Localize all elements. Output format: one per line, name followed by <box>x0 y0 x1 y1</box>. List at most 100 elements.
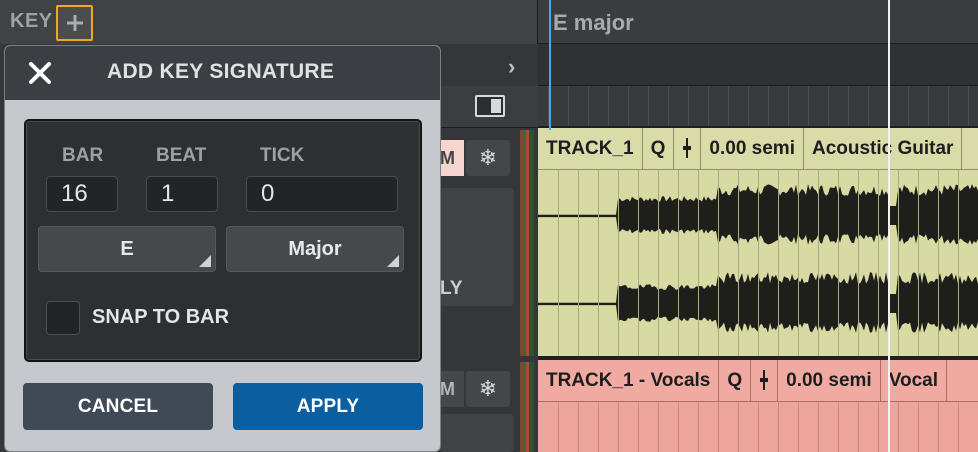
key-lane-header: KEY <box>0 0 538 44</box>
ruler-tick <box>688 86 689 126</box>
waveform-area <box>538 402 978 452</box>
event-name: TRACK_1 <box>538 128 643 170</box>
level-meter <box>520 130 534 356</box>
dropdown-corner-icon <box>199 255 211 267</box>
add-key-signature-dialog: ADD KEY SIGNATURE BAR BEAT TICK 16 1 0 E… <box>4 45 441 452</box>
ruler-tick <box>948 86 949 126</box>
ruler-tick <box>728 86 729 126</box>
bar-label: BAR <box>62 145 104 166</box>
key-signature-marker[interactable]: E major <box>553 10 634 36</box>
playhead[interactable] <box>888 0 890 452</box>
layout-icon[interactable] <box>475 95 505 117</box>
key-dropdown-value: E <box>120 238 134 260</box>
ruler-tick <box>928 86 929 126</box>
snap-to-bar-label[interactable]: SNAP TO BAR <box>92 306 229 329</box>
grid-line <box>918 170 919 358</box>
tuning-fork-icon[interactable] <box>751 360 779 402</box>
key-lane: KEY E major <box>0 0 978 44</box>
waveform-area <box>538 170 978 358</box>
snap-to-bar-checkbox[interactable] <box>46 301 80 335</box>
grid-line <box>638 402 639 452</box>
ruler-tick <box>748 86 749 126</box>
mute-button[interactable]: M <box>440 371 464 407</box>
quantize-label[interactable]: Q <box>643 128 675 170</box>
grid-line <box>618 170 619 358</box>
audio-event-vocals[interactable]: TRACK_1 - Vocals Q 0.00 semi Vocal <box>538 360 978 452</box>
ruler-tick <box>588 86 589 126</box>
ruler-tick <box>568 86 569 126</box>
grid-line <box>838 402 839 452</box>
transpose-value[interactable]: 0.00 semi <box>701 128 804 170</box>
ruler-tick <box>708 86 709 126</box>
grid-line <box>958 402 959 452</box>
event-header: TRACK_1 Q 0.00 semi Acoustic Guitar <box>538 128 978 170</box>
grid-line <box>558 402 559 452</box>
mute-button[interactable]: M <box>440 140 464 176</box>
ruler-tick <box>648 86 649 126</box>
grid-line <box>798 402 799 452</box>
quantize-label[interactable]: Q <box>719 360 752 402</box>
bar-input[interactable]: 16 <box>46 176 118 212</box>
grid-line <box>718 402 719 452</box>
timeline-grid-ruler[interactable] <box>538 86 978 128</box>
grid-line <box>698 402 699 452</box>
key-dropdown[interactable]: E <box>38 226 216 272</box>
dialog-title: ADD KEY SIGNATURE <box>107 60 335 83</box>
audio-event-acoustic-guitar[interactable]: TRACK_1 Q 0.00 semi Acoustic Guitar <box>538 128 978 358</box>
grid-line <box>658 402 659 452</box>
ruler-tick <box>788 86 789 126</box>
grid-line <box>878 402 879 452</box>
grid-line <box>938 170 939 358</box>
ruler-tick <box>828 86 829 126</box>
ruler-tick <box>968 86 969 126</box>
grid-line <box>918 402 919 452</box>
dialog-header: ADD KEY SIGNATURE <box>5 46 440 100</box>
grid-line <box>778 402 779 452</box>
tick-label: TICK <box>260 145 305 166</box>
ruler-tick <box>608 86 609 126</box>
freeze-icon[interactable]: ❄ <box>466 140 510 176</box>
grid-line <box>718 170 719 358</box>
grid-line <box>838 170 839 358</box>
tick-input[interactable]: 0 <box>246 176 398 212</box>
grid-line <box>858 170 859 358</box>
grid-line <box>698 170 699 358</box>
timeline-ruler[interactable] <box>538 44 978 86</box>
grid-line <box>598 170 599 358</box>
beat-input[interactable]: 1 <box>146 176 218 212</box>
close-icon[interactable] <box>25 58 55 88</box>
instrument-label: Acoustic Guitar <box>804 128 963 170</box>
level-meter <box>520 362 534 452</box>
track-2-header-panel <box>440 414 514 452</box>
chevron-right-icon[interactable]: › <box>508 54 515 80</box>
grid-line <box>898 170 899 358</box>
grid-line <box>618 402 619 452</box>
daw-window: KEY E major › M ❄ LY M ❄ TRACK_1 Q 0.00 … <box>0 0 978 452</box>
transpose-value[interactable]: 0.00 semi <box>778 360 881 402</box>
scale-dropdown[interactable]: Major <box>226 226 404 272</box>
beat-label: BEAT <box>156 145 207 166</box>
ruler-tick <box>768 86 769 126</box>
key-lane-label: KEY <box>10 10 53 32</box>
grid-line <box>638 170 639 358</box>
event-name: TRACK_1 - Vocals <box>538 360 720 402</box>
grid-line <box>878 170 879 358</box>
edit-cursor <box>549 0 551 130</box>
tuning-fork-icon[interactable] <box>674 128 702 170</box>
grid-line <box>778 170 779 358</box>
grid-line <box>738 170 739 358</box>
track-1-header-text: LY <box>440 278 463 299</box>
grid-line <box>678 402 679 452</box>
ruler-tick <box>908 86 909 126</box>
grid-line <box>818 170 819 358</box>
grid-line <box>758 402 759 452</box>
freeze-icon[interactable]: ❄ <box>466 371 510 407</box>
grid-line <box>578 170 579 358</box>
grid-line <box>598 402 599 452</box>
add-key-button[interactable] <box>56 5 93 41</box>
grid-line <box>558 170 559 358</box>
grid-line <box>658 170 659 358</box>
ruler-tick <box>868 86 869 126</box>
apply-button[interactable]: APPLY <box>233 383 423 430</box>
cancel-button[interactable]: CANCEL <box>23 383 213 430</box>
